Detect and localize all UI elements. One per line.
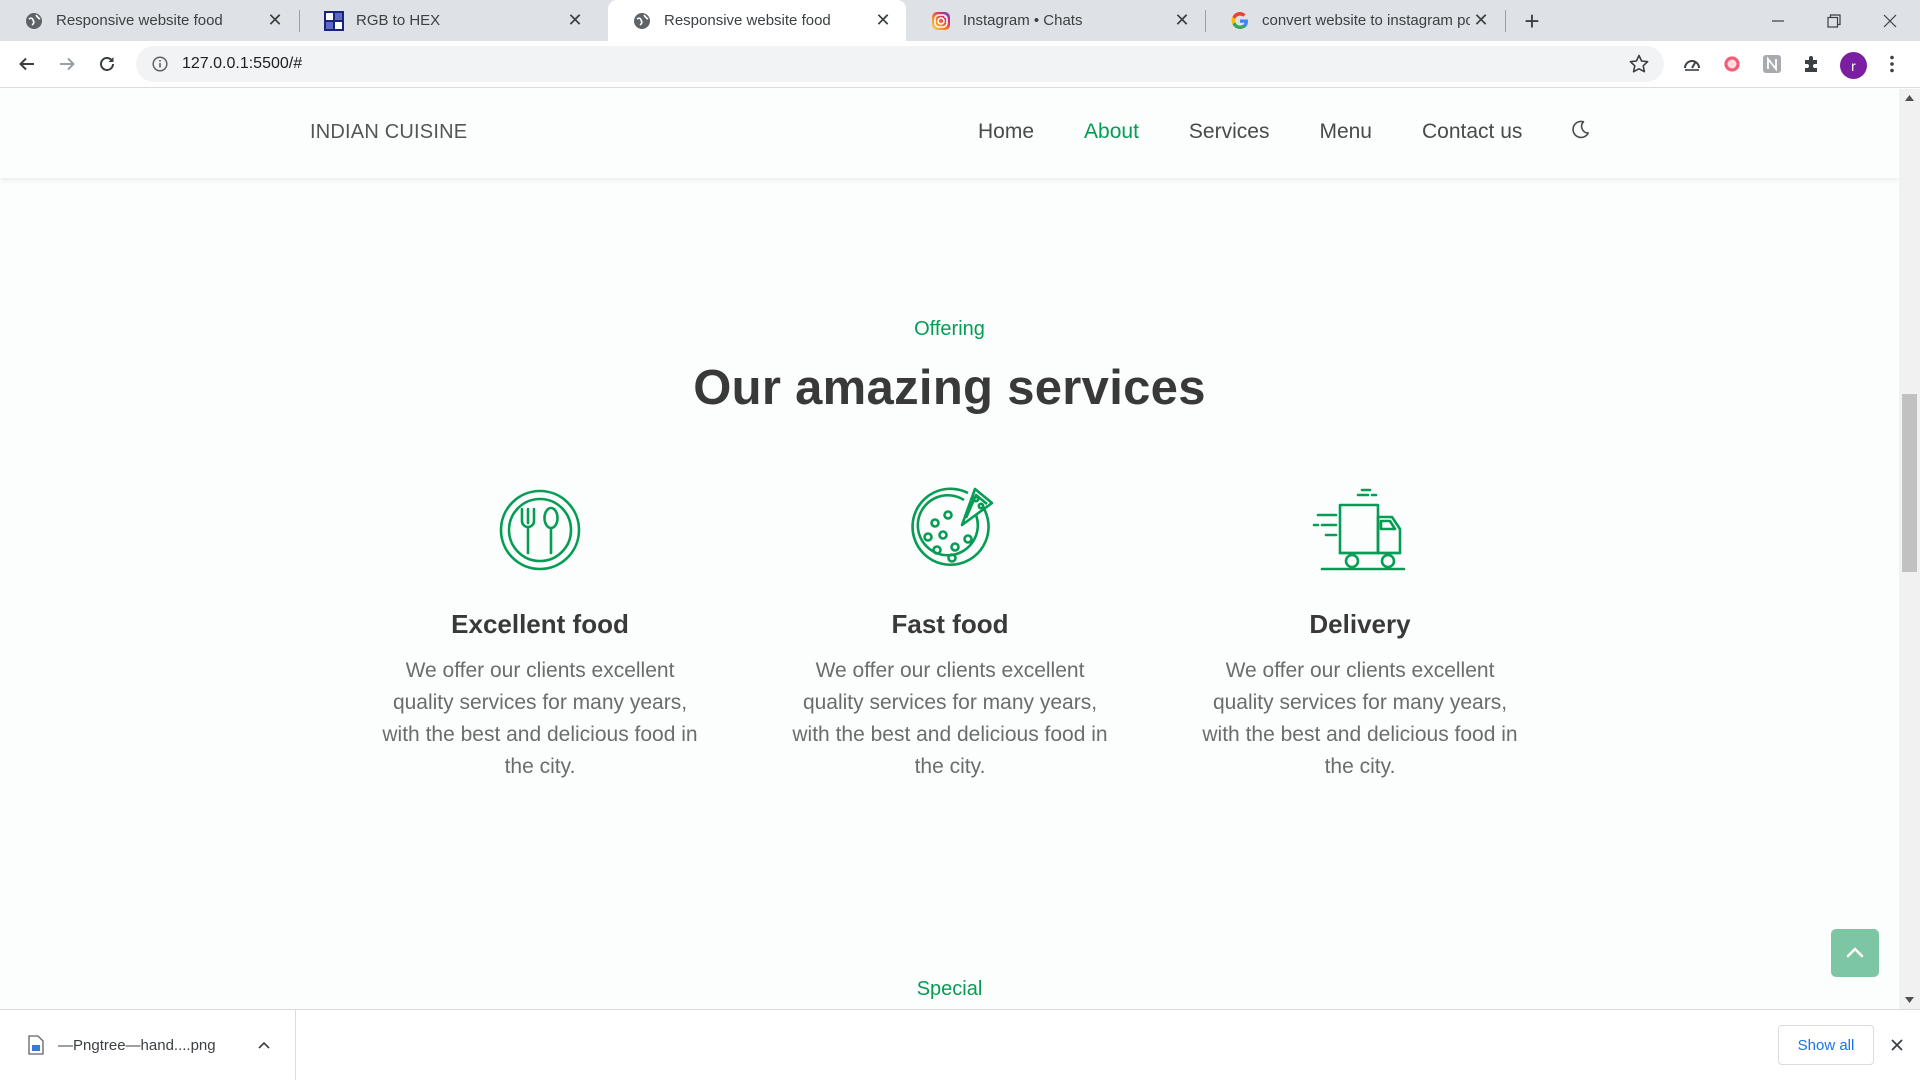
service-description: We offer our clients excellent quality s… [382, 659, 698, 778]
tab-strip: Responsive website food ✕ RGB to HEX ✕ R… [0, 0, 1920, 41]
nav-link-home[interactable]: Home [978, 120, 1034, 144]
site-nav: Home About Services Menu Contact us [978, 120, 1572, 144]
site-info-icon[interactable] [150, 54, 170, 74]
browser-tab[interactable]: Responsive website food ✕ [0, 0, 298, 41]
nav-link-about[interactable]: About [1084, 120, 1139, 144]
service-title: Fast food [891, 609, 1009, 639]
url-text: 127.0.0.1:5500/# [182, 55, 303, 72]
instagram-icon [931, 11, 951, 31]
close-tab-icon[interactable]: ✕ [264, 10, 286, 32]
service-card: Fast food We offer our clients excellent… [785, 485, 1115, 783]
globe-icon [632, 11, 652, 31]
site-logo[interactable]: INDIAN CUISINE [310, 121, 467, 144]
download-filename: —Pngtree—hand....png [58, 1036, 216, 1054]
bookmark-star-icon[interactable] [1628, 53, 1650, 75]
address-bar[interactable]: 127.0.0.1:5500/# [136, 46, 1664, 82]
close-tab-icon[interactable]: ✕ [1171, 10, 1193, 32]
browser-tab-active[interactable]: Responsive website food ✕ [608, 0, 906, 41]
tab-title: Instagram • Chats [963, 12, 1083, 29]
dark-mode-moon-icon[interactable] [1569, 119, 1591, 141]
close-tab-icon[interactable]: ✕ [1470, 10, 1492, 32]
page-scrollbar[interactable] [1899, 89, 1920, 1009]
close-window-button[interactable] [1862, 0, 1918, 41]
profile-avatar[interactable]: r [1840, 52, 1867, 79]
image-file-icon [26, 1034, 46, 1056]
section-subtitle: Offering [914, 318, 985, 340]
tab-title: Responsive website food [664, 12, 831, 29]
google-icon [1230, 11, 1250, 31]
scroll-up-arrow-icon[interactable] [1899, 89, 1920, 107]
delivery-truck-icon [1312, 488, 1406, 571]
browser-tab[interactable]: RGB to HEX ✕ [300, 0, 598, 41]
section-title: Our amazing services [693, 361, 1206, 415]
extensions-puzzle-icon[interactable] [1800, 52, 1824, 76]
rgbtohex-icon [324, 10, 344, 31]
restore-button[interactable] [1806, 0, 1862, 41]
service-card: Excellent food We offer our clients exce… [375, 485, 705, 783]
service-description: We offer our clients excellent quality s… [1202, 659, 1518, 778]
site-header: INDIAN CUISINE Home About Services Menu … [0, 89, 1899, 178]
browser-tab[interactable]: convert website to instagram pos ✕ [1206, 0, 1504, 41]
nav-link-contact[interactable]: Contact us [1422, 120, 1522, 144]
nav-link-services[interactable]: Services [1189, 120, 1270, 144]
service-description: We offer our clients excellent quality s… [792, 659, 1108, 778]
new-tab-button[interactable]: + [1518, 6, 1546, 36]
reload-button[interactable] [92, 49, 122, 79]
nav-link-menu[interactable]: Menu [1319, 120, 1372, 144]
pizza-icon [911, 487, 994, 567]
chevron-up-icon[interactable] [251, 1032, 277, 1058]
globe-icon [24, 11, 44, 31]
tab-title: RGB to HEX [356, 12, 441, 29]
special-section-subtitle: Special [916, 978, 983, 1000]
service-card: Delivery We offer our clients excellent … [1195, 485, 1525, 783]
plate-cutlery-icon [499, 489, 581, 571]
close-tab-icon[interactable]: ✕ [564, 10, 586, 32]
page-viewport: INDIAN CUISINE Home About Services Menu … [0, 89, 1899, 1009]
download-item[interactable]: —Pngtree—hand....png [0, 1010, 296, 1080]
minimize-button[interactable] [1750, 0, 1806, 41]
chevron-up-icon [1846, 947, 1864, 958]
scroll-down-arrow-icon[interactable] [1899, 991, 1920, 1009]
browser-tab[interactable]: Instagram • Chats ✕ [907, 0, 1205, 41]
scroll-to-top-button[interactable] [1831, 929, 1879, 977]
tab-title: Responsive website food [56, 12, 223, 29]
tab-divider [1505, 10, 1506, 32]
download-shelf: —Pngtree—hand....png Show all [0, 1009, 1920, 1080]
service-title: Delivery [1309, 609, 1411, 639]
scrollbar-thumb[interactable] [1902, 394, 1917, 572]
tab-title: convert website to instagram pos [1262, 12, 1470, 29]
forward-button[interactable] [52, 49, 82, 79]
close-download-shelf-icon[interactable] [1885, 1033, 1909, 1057]
notes-extension-icon[interactable] [1760, 52, 1784, 76]
show-all-downloads-button[interactable]: Show all [1778, 1025, 1874, 1065]
browser-toolbar: 127.0.0.1:5500/# [0, 41, 1920, 88]
speed-dial-extension-icon[interactable] [1680, 52, 1704, 76]
record-extension-icon[interactable] [1720, 52, 1744, 76]
back-button[interactable] [12, 49, 42, 79]
close-tab-icon[interactable]: ✕ [872, 10, 894, 32]
browser-menu-icon[interactable] [1880, 52, 1904, 76]
service-title: Excellent food [451, 609, 629, 639]
